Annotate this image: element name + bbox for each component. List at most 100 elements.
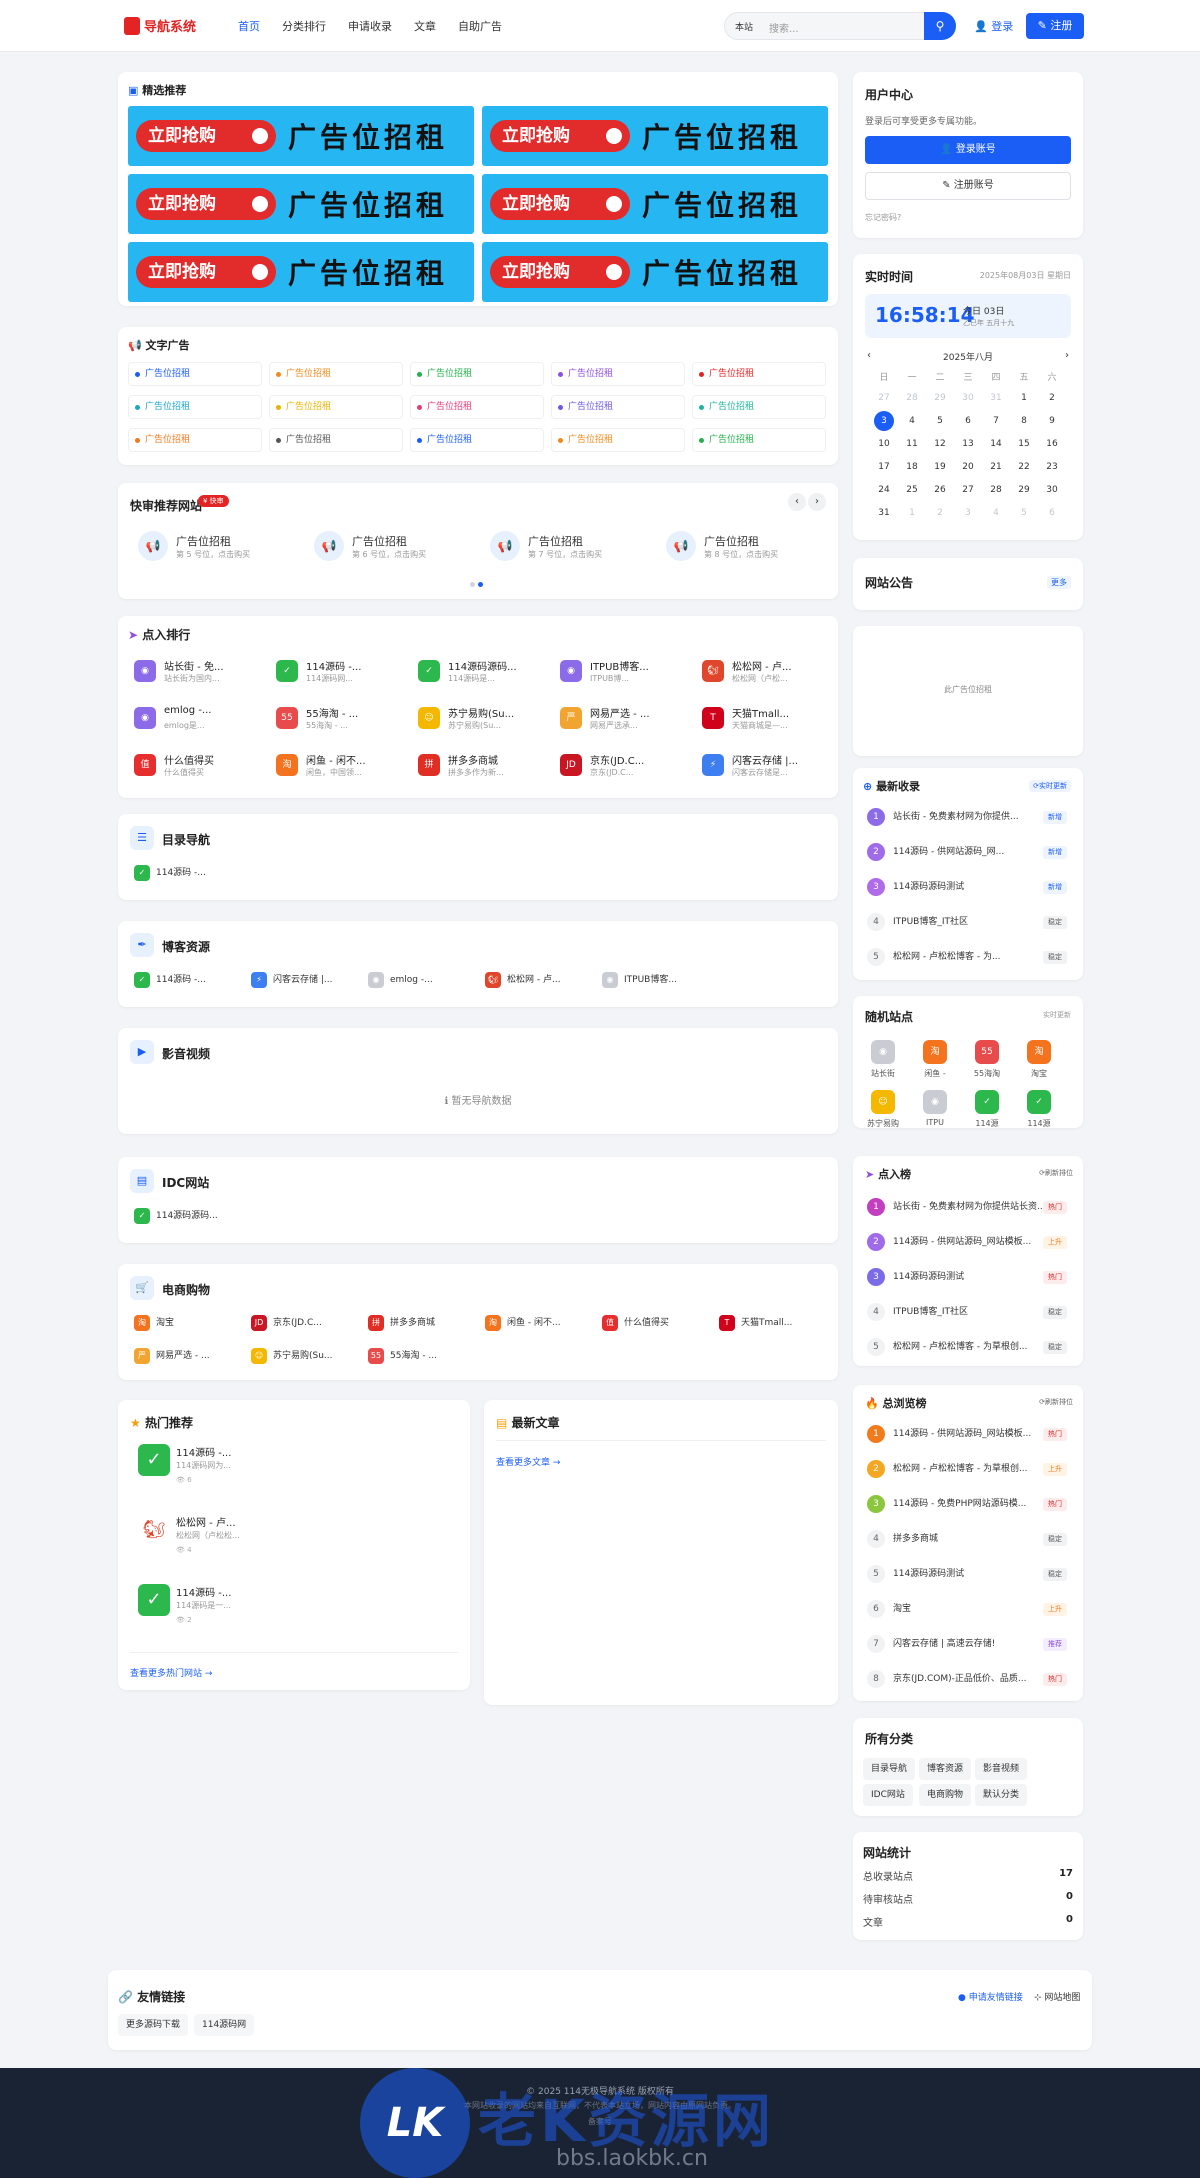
click-rank-item[interactable]: 淘闲鱼 - 闲不... 闲鱼，中国领... [276,750,406,786]
shop-link[interactable]: ☺ 苏宁易购(Su... [251,1347,333,1365]
notice-more-link[interactable]: 更多 [1047,576,1071,589]
rank-row[interactable]: 3 114源码 - 免费PHP网站源码模... 热门 [867,1495,1067,1515]
rank-row[interactable]: 3 114源码源码测试 新增 [867,878,1067,898]
calendar-day[interactable]: 8 [1010,409,1038,432]
nav-articles[interactable]: 文章 [414,18,436,34]
shop-link[interactable]: 淘闲鱼 - 闲不... [485,1314,561,1332]
rank-row[interactable]: 3 114源码源码测试 热门 [867,1268,1067,1288]
text-ad-link[interactable]: 广告位招租 [269,428,403,452]
calendar-day[interactable]: 27 [870,386,898,409]
rank-row[interactable]: 5 114源码源码测试 稳定 [867,1565,1067,1585]
text-ad-link[interactable]: 广告位招租 [692,395,826,419]
click-rank-item[interactable]: T 天猫Tmall... 天猫商城是—... [702,703,832,739]
cal-next-icon[interactable]: › [1065,350,1069,361]
rank-row[interactable]: 8 京东(JD.COM)-正品低价、品质... 热门 [867,1670,1067,1690]
ad-banner[interactable]: 立即抢购 广告位招租 [128,174,474,234]
category-tag[interactable]: 目录导航 [863,1758,916,1780]
calendar-day[interactable]: 31 [870,501,898,524]
calendar-day[interactable]: 27 [954,478,982,501]
login-account-button[interactable]: 👤 登录账号 [865,136,1071,164]
calendar-day[interactable]: 12 [926,432,954,455]
blog-link[interactable]: ◉ ITPUB博客... [602,971,677,989]
ad-banner[interactable]: 立即抢购 广告位招租 [128,106,474,166]
register-button[interactable]: ✎ 注册 [1026,13,1084,39]
hot-item-title[interactable]: 松松网 - 卢... [176,1514,236,1529]
text-ad-link[interactable]: 广告位招租 [692,362,826,386]
category-tag[interactable]: 影音视频 [975,1758,1028,1780]
forgot-password-link[interactable]: 忘记密码? [865,212,901,223]
calendar-day[interactable]: 23 [1038,455,1066,478]
calendar-day[interactable]: 4 [898,409,926,432]
calendar-day[interactable]: 6 [1038,501,1066,524]
dir-nav-link[interactable]: ✓ 114源码 -... [134,864,206,882]
friend-link[interactable]: 114源码网 [194,2014,255,2036]
carousel-dot[interactable] [470,582,475,587]
random-site[interactable]: 淘淘宝 [1019,1040,1059,1090]
next-arrow-icon[interactable]: › [808,493,826,511]
calendar-day[interactable]: 19 [926,455,954,478]
quick-review-item[interactable]: 📢 广告位招租第 8 号位，点击购买 [666,527,826,567]
calendar-day[interactable]: 6 [954,409,982,432]
random-site[interactable]: ◉ 站长街 [863,1040,903,1090]
random-site[interactable]: 淘闲鱼 - [915,1040,955,1090]
hot-more-link[interactable]: 查看更多热门网站 → [130,1666,212,1679]
rank-row[interactable]: 4 ITPUB博客_IT社区 稳定 [867,913,1067,933]
click-rank-item[interactable]: 值什么值得买 什么值得买 [134,750,264,786]
calendar-day[interactable]: 2 [926,501,954,524]
rank-row[interactable]: 1 114源码 - 供网站源码_网站模板... 热门 [867,1425,1067,1445]
rank-row[interactable]: 7 闪客云存储 | 高速云存储! 推荐 [867,1635,1067,1655]
text-ad-link[interactable]: 广告位招租 [410,395,544,419]
click-rank-item[interactable]: ◉ 站长街 - 免... 站长街为国内... [134,656,264,692]
calendar-day[interactable]: 29 [926,386,954,409]
click-rank-item[interactable]: ✓ 114源码源码... 114源码是... [418,656,548,692]
calendar-day[interactable]: 7 [982,409,1010,432]
blog-link[interactable]: ◉ emlog -... [368,971,433,989]
category-tag[interactable]: IDC网站 [863,1784,913,1806]
carousel-dot-active[interactable] [478,582,483,587]
calendar-day[interactable]: 4 [982,501,1010,524]
search-button[interactable]: ⚲ [924,12,956,40]
rank-row[interactable]: 5 松松网 - 卢松松博客 - 为草根创... 稳定 [867,1338,1067,1358]
text-ad-link[interactable]: 广告位招租 [269,395,403,419]
ad-banner[interactable]: 立即抢购 广告位招租 [482,174,828,234]
calendar-day[interactable]: 3 [870,409,898,432]
rank-row[interactable]: 5 松松网 - 卢松松博客 - 为... 稳定 [867,948,1067,968]
search-input[interactable]: 搜索... [769,20,799,35]
shop-link[interactable]: 55 55海淘 - ... [368,1347,437,1365]
view-board-refresh[interactable]: ⟳刷新排位 [1039,1397,1073,1407]
click-rank-item[interactable]: 严网易严选 - ... 网易严选承... [560,703,690,739]
rank-row[interactable]: 4 ITPUB博客_IT社区 稳定 [867,1303,1067,1323]
calendar-day[interactable]: 29 [1010,478,1038,501]
shop-link[interactable]: 拼拼多多商城 [368,1314,435,1332]
ad-banner[interactable]: 立即抢购 广告位招租 [128,242,474,302]
calendar-day[interactable]: 26 [926,478,954,501]
friend-link[interactable]: 更多源码下载 [118,2014,189,2036]
calendar-day[interactable]: 1 [1010,386,1038,409]
calendar-day[interactable]: 14 [982,432,1010,455]
click-rank-item[interactable]: ⚡ 闪客云存储 |... 闪客云存储是... [702,750,832,786]
nav-apply[interactable]: 申请收录 [348,18,392,34]
rank-row[interactable]: 2 114源码 - 供网站源码_网... 新增 [867,843,1067,863]
calendar-day[interactable]: 25 [898,478,926,501]
latest-refresh[interactable]: ⟳实时更新 [1029,780,1071,792]
category-tag[interactable]: 博客资源 [919,1758,972,1780]
calendar-day[interactable]: 5 [926,409,954,432]
text-ad-link[interactable]: 广告位招租 [551,362,685,386]
calendar-day[interactable]: 13 [954,432,982,455]
blog-link[interactable]: ✓ 114源码 -... [134,971,206,989]
click-board-refresh[interactable]: ⟳刷新排位 [1039,1168,1073,1178]
click-rank-item[interactable]: 🐿 松松网 - 卢... 松松网（卢松... [702,656,832,692]
calendar-day[interactable]: 18 [898,455,926,478]
text-ad-link[interactable]: 广告位招租 [128,428,262,452]
rank-row[interactable]: 1 站长街 - 免费素材网为你提供站长资... 热门 [867,1198,1067,1218]
rank-row[interactable]: 2 松松网 - 卢松松博客 - 为草根创... 上升 [867,1460,1067,1480]
hot-item-title[interactable]: 114源码 -... [176,1444,231,1459]
shop-link[interactable]: 值什么值得买 [602,1314,669,1332]
search-scope-select[interactable]: 本站 [735,20,753,33]
random-site[interactable]: ◉ ITPU [915,1090,955,1140]
side-ad-card[interactable]: 此广告位招租 [853,626,1083,756]
calendar-day[interactable]: 30 [954,386,982,409]
calendar-day[interactable]: 9 [1038,409,1066,432]
text-ad-link[interactable]: 广告位招租 [410,362,544,386]
text-ad-link[interactable]: 广告位招租 [410,428,544,452]
